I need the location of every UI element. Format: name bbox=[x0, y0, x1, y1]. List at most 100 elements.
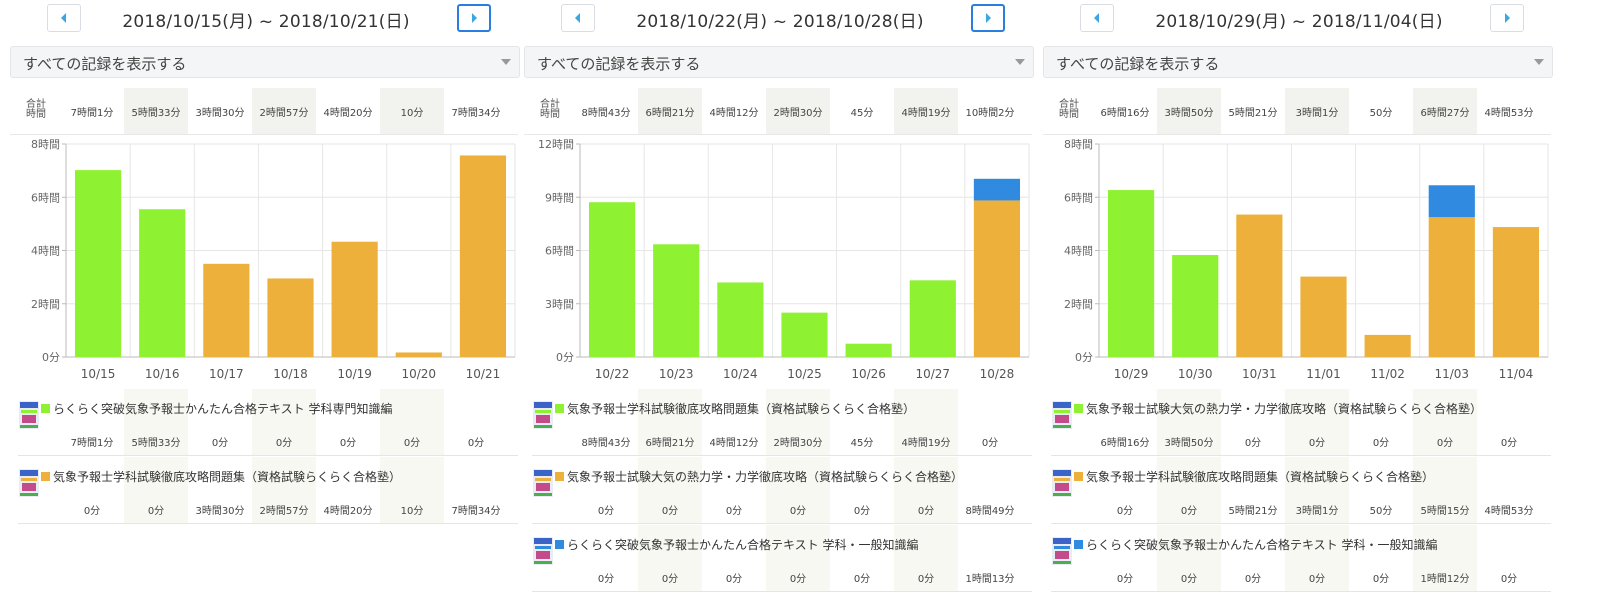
y-tick-label: 2時間 bbox=[1064, 298, 1093, 311]
book-title[interactable]: らくらく突破気象予報士かんたん合格テキスト 学科・一般知識編 bbox=[555, 536, 918, 553]
caret-down-icon bbox=[1534, 59, 1544, 65]
book-row[interactable]: らくらく突破気象予報士かんたん合格テキスト 学科専門知識編 7時間1分 5時間33分… bbox=[18, 389, 518, 456]
book-row[interactable]: 気象予報士試験大気の熱力学・力学徹底攻略（資格試験らくらく合格塾） 6時間16分 3… bbox=[1051, 389, 1551, 456]
book-daily-time: 1時間12分 bbox=[1420, 574, 1470, 585]
book-row[interactable]: 気象予報士学科試験徹底攻略問題集（資格試験らくらく合格塾） 0分 0分 5時間21分 3… bbox=[1051, 457, 1551, 524]
book-daily-time: 0分 bbox=[339, 438, 357, 449]
record-filter-select[interactable]: すべての記録を表示する bbox=[10, 46, 520, 78]
series-color-legend bbox=[1074, 472, 1083, 481]
record-filter-select[interactable]: すべての記録を表示する bbox=[524, 46, 1034, 78]
record-filter-select[interactable]: すべての記録を表示する bbox=[1043, 46, 1553, 78]
book-daily-time: 0分 bbox=[211, 438, 229, 449]
bar-segment bbox=[1172, 255, 1219, 357]
y-tick-label: 0分 bbox=[556, 351, 574, 364]
bar-segment bbox=[845, 343, 892, 357]
book-daily-time: 0分 bbox=[917, 506, 935, 517]
daily-total-cell: 2時間57分 bbox=[252, 88, 316, 134]
study-time-chart: 0分 3時間 6時間 9時間 12時間 10/22 10/23 10/24 10/25 10/26… bbox=[524, 136, 1036, 390]
bar-segment bbox=[267, 278, 314, 357]
bar-segment bbox=[717, 282, 764, 357]
daily-total-cell: 5時間33分 bbox=[124, 88, 188, 134]
book-cover-thumbnail bbox=[19, 469, 39, 497]
next-week-button[interactable] bbox=[457, 4, 491, 32]
book-daily-time: 0分 bbox=[917, 574, 935, 585]
date-range-label: 2018/10/15(月) ~ 2018/10/21(日) bbox=[122, 12, 410, 32]
bar-segment bbox=[973, 178, 1021, 201]
x-tick-label: 11/01 bbox=[1306, 367, 1341, 381]
book-row[interactable]: 気象予報士試験大気の熱力学・力学徹底攻略（資格試験らくらく合格塾） 0分 0分 0分 0… bbox=[532, 457, 1032, 524]
week-navigation: 2018/10/29(月) ~ 2018/11/04(日) bbox=[1043, 4, 1555, 36]
y-tick-label: 3時間 bbox=[545, 298, 574, 311]
bar-segment bbox=[203, 263, 250, 357]
book-daily-time: 4時間20分 bbox=[323, 506, 373, 517]
book-daily-time: 0分 bbox=[1500, 574, 1518, 585]
book-title[interactable]: らくらく突破気象予報士かんたん合格テキスト 学科・一般知識編 bbox=[1074, 536, 1437, 553]
series-color-legend bbox=[1074, 540, 1083, 549]
book-cover-thumbnail bbox=[1052, 401, 1072, 429]
x-tick-label: 10/26 bbox=[851, 367, 886, 381]
bar-segment bbox=[973, 200, 1021, 357]
book-title-text: らくらく突破気象予報士かんたん合格テキスト 学科専門知識編 bbox=[53, 402, 393, 416]
book-daily-time: 0分 bbox=[597, 506, 615, 517]
bar-segment bbox=[1428, 185, 1475, 218]
daily-total-cell: 3時間1分 bbox=[1285, 88, 1349, 134]
book-cover-thumbnail bbox=[533, 537, 553, 565]
bar-segment bbox=[781, 312, 828, 357]
book-daily-time: 4時間12分 bbox=[709, 438, 759, 449]
series-color-legend bbox=[41, 472, 50, 481]
book-row[interactable]: 気象予報士学科試験徹底攻略問題集（資格試験らくらく合格塾） 0分 0分 3時間30分 2… bbox=[18, 457, 518, 524]
book-title[interactable]: 気象予報士学科試験徹底攻略問題集（資格試験らくらく合格塾） bbox=[555, 400, 915, 417]
book-daily-time: 0分 bbox=[1436, 438, 1454, 449]
book-title[interactable]: らくらく突破気象予報士かんたん合格テキスト 学科専門知識編 bbox=[41, 400, 392, 417]
book-daily-time: 8時間43分 bbox=[581, 438, 631, 449]
next-week-button[interactable] bbox=[1490, 4, 1524, 32]
series-color-legend bbox=[41, 404, 50, 413]
bar-segment bbox=[74, 170, 122, 357]
book-daily-time: 4時間53分 bbox=[1484, 506, 1534, 517]
y-tick-label: 4時間 bbox=[1064, 245, 1093, 258]
filter-selected-value: すべての記録を表示する bbox=[23, 55, 187, 73]
book-title-text: らくらく突破気象予報士かんたん合格テキスト 学科・一般知識編 bbox=[567, 538, 919, 552]
book-title-text: らくらく突破気象予報士かんたん合格テキスト 学科・一般知識編 bbox=[1086, 538, 1438, 552]
book-daily-time: 3時間50分 bbox=[1164, 438, 1214, 449]
bar-segment bbox=[139, 209, 186, 357]
book-daily-time: 0分 bbox=[661, 506, 679, 517]
bar-segment bbox=[1364, 334, 1411, 357]
book-daily-time: 3時間30分 bbox=[195, 506, 245, 517]
totals-row-label: 合計 時間 bbox=[538, 100, 562, 120]
daily-totals-row: 合計 時間 7時間1分 5時間33分 3時間30分 2時間57分 4時間20分 10分 7時間3… bbox=[10, 88, 518, 135]
bar-segment bbox=[1492, 227, 1540, 357]
book-daily-time: 0分 bbox=[1180, 574, 1198, 585]
x-tick-label: 11/02 bbox=[1370, 367, 1405, 381]
book-title[interactable]: 気象予報士試験大気の熱力学・力学徹底攻略（資格試験らくらく合格塾） bbox=[1074, 400, 1482, 417]
book-daily-time: 0分 bbox=[853, 506, 871, 517]
next-week-button[interactable] bbox=[971, 4, 1005, 32]
bar-segment bbox=[331, 241, 378, 357]
book-daily-time: 0分 bbox=[1116, 574, 1134, 585]
series-color-legend bbox=[555, 540, 564, 549]
daily-total-cell: 7時間1分 bbox=[70, 107, 114, 119]
book-daily-time: 8時間49分 bbox=[965, 506, 1015, 517]
week-navigation: 2018/10/22(月) ~ 2018/10/28(日) bbox=[524, 4, 1036, 36]
book-row[interactable]: らくらく突破気象予報士かんたん合格テキスト 学科・一般知識編 0分 0分 0分 0分 0分… bbox=[1051, 525, 1551, 592]
book-daily-time: 0分 bbox=[403, 438, 421, 449]
totals-row-label: 合計 時間 bbox=[24, 100, 48, 120]
book-title[interactable]: 気象予報士試験大気の熱力学・力学徹底攻略（資格試験らくらく合格塾） bbox=[555, 468, 963, 485]
bar-segment bbox=[1300, 276, 1347, 357]
book-title[interactable]: 気象予報士学科試験徹底攻略問題集（資格試験らくらく合格塾） bbox=[41, 468, 401, 485]
book-row[interactable]: らくらく突破気象予報士かんたん合格テキスト 学科・一般知識編 0分 0分 0分 0分 0分… bbox=[532, 525, 1032, 592]
book-daily-time: 5時間33分 bbox=[131, 438, 181, 449]
study-time-chart: 0分 2時間 4時間 6時間 8時間 10/29 10/30 10/31 11/01 11/02 1… bbox=[1043, 136, 1555, 390]
book-cover-thumbnail bbox=[1052, 537, 1072, 565]
book-title[interactable]: 気象予報士学科試験徹底攻略問題集（資格試験らくらく合格塾） bbox=[1074, 468, 1434, 485]
y-tick-label: 6時間 bbox=[31, 191, 60, 204]
totals-label-line: 時間 bbox=[26, 109, 46, 120]
daily-total-cell: 10分 bbox=[380, 88, 444, 134]
book-daily-time: 0分 bbox=[1180, 506, 1198, 517]
book-title-text: 気象予報士学科試験徹底攻略問題集（資格試験らくらく合格塾） bbox=[1086, 470, 1435, 484]
y-tick-label: 6時間 bbox=[1064, 191, 1093, 204]
book-row[interactable]: 気象予報士学科試験徹底攻略問題集（資格試験らくらく合格塾） 8時間43分 6時間21… bbox=[532, 389, 1032, 456]
series-color-legend bbox=[1074, 404, 1083, 413]
daily-total-cell: 10時間2分 bbox=[965, 107, 1015, 119]
x-tick-label: 10/28 bbox=[980, 367, 1015, 381]
